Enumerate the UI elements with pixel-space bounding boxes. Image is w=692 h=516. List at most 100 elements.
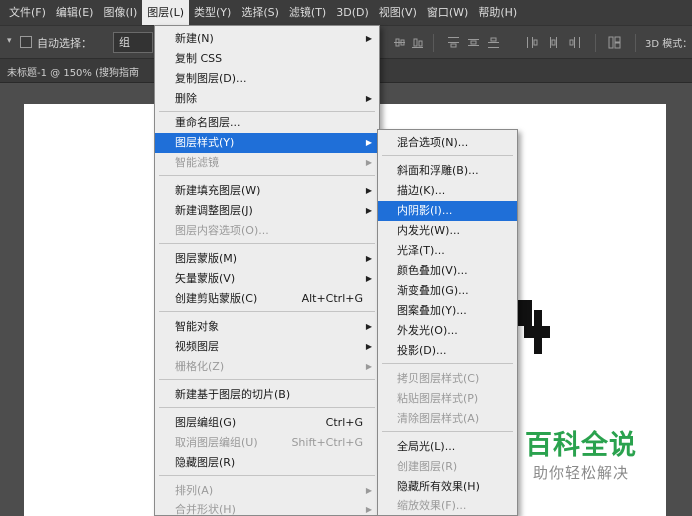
- menu-item-label: 栅格化(Z): [175, 360, 225, 373]
- layer-style-paste-style[interactable]: 粘贴图层样式(P): [378, 389, 517, 409]
- layer-menu-ungroup-layers[interactable]: 取消图层编组(U) Shift+Ctrl+G: [155, 433, 379, 453]
- distribute-horizontal-center-icon[interactable]: [547, 36, 560, 49]
- submenu-arrow-icon: ▶: [365, 158, 372, 167]
- menu-select[interactable]: 选择(S): [236, 0, 284, 25]
- layer-style-satin[interactable]: 光泽(T)...: [378, 241, 517, 261]
- menu-item-label: 内阴影(I)...: [397, 204, 453, 217]
- menu-help[interactable]: 帮助(H): [473, 0, 522, 25]
- layer-menu-delete[interactable]: 删除 ▶: [155, 89, 379, 109]
- layer-menu-layer-mask[interactable]: 图层蒙版(M) ▶: [155, 249, 379, 269]
- auto-align-layers-icon[interactable]: [608, 36, 621, 49]
- layer-menu-combine-shapes[interactable]: 合并形状(H) ▶: [155, 500, 379, 516]
- layer-menu-smart-object[interactable]: 智能对象 ▶: [155, 317, 379, 337]
- menu-edit[interactable]: 编辑(E): [51, 0, 99, 25]
- distribute-bottom-icon[interactable]: [487, 36, 500, 49]
- menu-item-label: 颜色叠加(V)...: [397, 264, 468, 277]
- submenu-arrow-icon: ▶: [365, 486, 372, 495]
- layer-style-inner-shadow[interactable]: 内阴影(I)...: [378, 201, 517, 221]
- align-vertical-center-icon[interactable]: [393, 36, 406, 49]
- layer-style-create-layers[interactable]: 创建图层(R): [378, 457, 517, 477]
- submenu-arrow-icon: ▶: [365, 274, 372, 283]
- layer-menu-smart-filter[interactable]: 智能滤镜 ▶: [155, 153, 379, 173]
- distribute-right-icon[interactable]: [568, 36, 581, 49]
- layer-style-global-light[interactable]: 全局光(L)...: [378, 437, 517, 457]
- menu-item-label: 图层蒙版(M): [175, 252, 238, 265]
- layer-style-gradient-overlay[interactable]: 渐变叠加(G)...: [378, 281, 517, 301]
- tool-preset-dropdown-icon[interactable]: ▾: [7, 36, 12, 46]
- watermark-subtitle: 助你轻松解决: [532, 464, 629, 482]
- layer-style-outer-glow[interactable]: 外发光(O)...: [378, 321, 517, 341]
- menu-item-label: 复制 CSS: [175, 52, 223, 65]
- layer-menu-rasterize[interactable]: 栅格化(Z) ▶: [155, 357, 379, 377]
- layer-style-scale-effects[interactable]: 缩放效果(F)...: [378, 496, 517, 516]
- menu-separator: [382, 155, 513, 156]
- layer-style-color-overlay[interactable]: 颜色叠加(V)...: [378, 261, 517, 281]
- distribute-left-icon[interactable]: [526, 36, 539, 49]
- layer-menu-video-layer[interactable]: 视频图层 ▶: [155, 337, 379, 357]
- canvas-text-fragment: [518, 300, 532, 326]
- layer-menu-layer-style[interactable]: 图层样式(Y) ▶: [155, 133, 379, 153]
- auto-select-label: 自动选择：: [37, 37, 92, 50]
- layer-menu-duplicate-layer[interactable]: 复制图层(D)...: [155, 69, 379, 89]
- align-bottom-icon[interactable]: [411, 36, 424, 49]
- menu-item-label: 清除图层样式(A): [397, 412, 480, 425]
- layer-style-blending-options[interactable]: 混合选项(N)...: [378, 133, 517, 153]
- menu-view[interactable]: 视图(V): [374, 0, 422, 25]
- submenu-arrow-icon: ▶: [365, 322, 372, 331]
- menu-window[interactable]: 窗口(W): [422, 0, 473, 25]
- distribute-center-icon[interactable]: [467, 36, 480, 49]
- menu-item-label: 智能滤镜: [175, 156, 219, 169]
- menu-item-label: 隐藏所有效果(H): [397, 480, 480, 493]
- submenu-arrow-icon: ▶: [365, 186, 372, 195]
- menu-file[interactable]: 文件(F): [4, 0, 51, 25]
- submenu-arrow-icon: ▶: [365, 342, 372, 351]
- layer-style-inner-glow[interactable]: 内发光(W)...: [378, 221, 517, 241]
- submenu-arrow-icon: ▶: [365, 505, 372, 514]
- layer-style-pattern-overlay[interactable]: 图案叠加(Y)...: [378, 301, 517, 321]
- document-tab[interactable]: 未标题-1 @ 150% (搜狗指南: [7, 64, 139, 79]
- submenu-arrow-icon: ▶: [365, 138, 372, 147]
- layer-menu-copy-css[interactable]: 复制 CSS: [155, 49, 379, 69]
- menu-item-label: 图案叠加(Y)...: [397, 304, 467, 317]
- layer-menu-layer-content-options[interactable]: 图层内容选项(O)...: [155, 221, 379, 241]
- toolbar-divider: [433, 34, 434, 52]
- menu-type[interactable]: 类型(Y): [189, 0, 236, 25]
- layer-style-copy-style[interactable]: 拷贝图层样式(C): [378, 369, 517, 389]
- menu-image[interactable]: 图像(I): [98, 0, 142, 25]
- auto-select-checkbox[interactable]: [20, 36, 32, 48]
- layer-style-drop-shadow[interactable]: 投影(D)...: [378, 341, 517, 361]
- layer-menu-arrange[interactable]: 排列(A) ▶: [155, 481, 379, 501]
- menu-item-label: 创建剪贴蒙版(C): [175, 292, 258, 305]
- layer-style-bevel-emboss[interactable]: 斜面和浮雕(B)...: [378, 161, 517, 181]
- layer-menu-hide-layers[interactable]: 隐藏图层(R): [155, 453, 379, 473]
- layer-menu-rename-layer[interactable]: 重命名图层...: [155, 113, 379, 133]
- layer-menu-group-layers[interactable]: 图层编组(G) Ctrl+G: [155, 413, 379, 433]
- watermark: 百科全说 助你轻松解决: [521, 423, 641, 489]
- submenu-arrow-icon: ▶: [365, 34, 372, 43]
- layer-menu-create-clipping-mask[interactable]: 创建剪贴蒙版(C) Alt+Ctrl+G: [155, 289, 379, 309]
- menu-item-label: 重命名图层...: [175, 116, 241, 129]
- watermark-title: 百科全说: [525, 430, 637, 461]
- layer-menu-vector-mask[interactable]: 矢量蒙版(V) ▶: [155, 269, 379, 289]
- layer-style-stroke[interactable]: 描边(K)...: [378, 181, 517, 201]
- layer-style-hide-all-effects[interactable]: 隐藏所有效果(H): [378, 477, 517, 497]
- menu-item-label: 智能对象: [175, 320, 219, 333]
- layer-style-clear-style[interactable]: 清除图层样式(A): [378, 409, 517, 429]
- submenu-arrow-icon: ▶: [365, 362, 372, 371]
- menu-filter[interactable]: 滤镜(T): [284, 0, 331, 25]
- auto-select-dropdown[interactable]: 组: [113, 32, 153, 53]
- menu-separator: [382, 431, 513, 432]
- menu-layer[interactable]: 图层(L): [142, 0, 190, 25]
- menu-separator: [159, 111, 375, 112]
- menu-item-label: 全局光(L)...: [397, 440, 456, 453]
- menu-3d[interactable]: 3D(D): [331, 0, 374, 25]
- layer-menu-new-fill-layer[interactable]: 新建填充图层(W) ▶: [155, 181, 379, 201]
- layer-menu-new-adjustment-layer[interactable]: 新建调整图层(J) ▶: [155, 201, 379, 221]
- layer-menu-new-layer-based-slice[interactable]: 新建基于图层的切片(B): [155, 385, 379, 405]
- menu-bar: 文件(F) 编辑(E) 图像(I) 图层(L) 类型(Y) 选择(S) 滤镜(T…: [0, 0, 692, 25]
- distribute-top-icon[interactable]: [447, 36, 460, 49]
- menu-item-label: 渐变叠加(G)...: [397, 284, 469, 297]
- menu-item-shortcut: Shift+Ctrl+G: [291, 436, 363, 449]
- layer-menu-new[interactable]: 新建(N) ▶: [155, 29, 379, 49]
- menu-item-label: 投影(D)...: [397, 344, 447, 357]
